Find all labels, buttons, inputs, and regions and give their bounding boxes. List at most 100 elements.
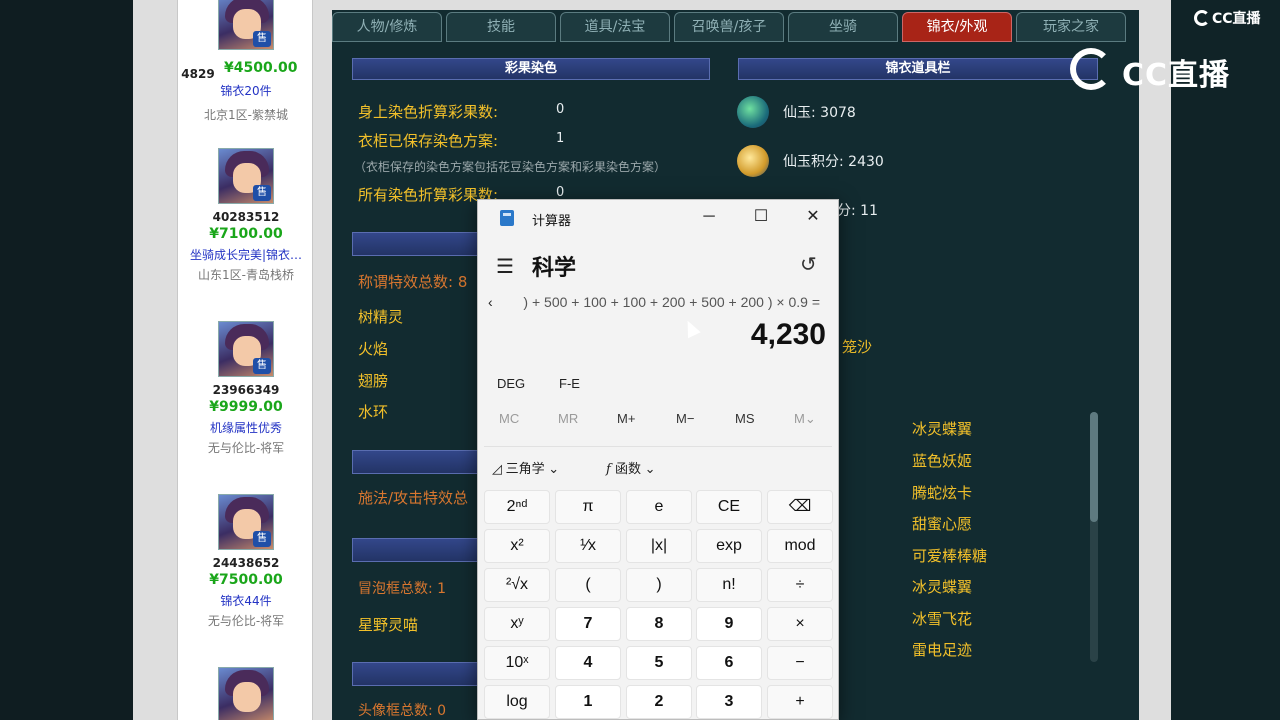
root-button[interactable]: ²√x bbox=[484, 568, 550, 602]
seller-desc[interactable]: 机缘属性优秀 bbox=[178, 419, 314, 439]
seller-card[interactable]: 售 4829 ¥4500.00 锦衣20件 北京1区-紫禁城 bbox=[178, 0, 314, 122]
seller-price: ¥7500.00 bbox=[209, 572, 283, 588]
wardrobe-item[interactable]: 甜蜜心愿 bbox=[912, 513, 972, 534]
sale-badge: 售 bbox=[253, 531, 271, 547]
multiply-button[interactable]: × bbox=[767, 607, 833, 641]
tab-skills[interactable]: 技能 bbox=[446, 12, 556, 42]
function-dropdown[interactable]: f 函数 ⌄ bbox=[606, 458, 655, 477]
wardrobe-item[interactable]: 冰雪飞花 bbox=[912, 608, 972, 629]
square-button[interactable]: x² bbox=[484, 529, 550, 563]
tab-mounts[interactable]: 坐骑 bbox=[788, 12, 898, 42]
mod-button[interactable]: mod bbox=[767, 529, 833, 563]
wardrobe-item[interactable]: 雷电足迹 bbox=[912, 639, 972, 660]
m-plus-button[interactable]: M+ bbox=[617, 411, 635, 426]
avatar[interactable]: 售 bbox=[218, 0, 274, 50]
tab-summons[interactable]: 召唤兽/孩子 bbox=[674, 12, 784, 42]
calculator-window: 计算器 ─ ☐ ✕ ☰ 科学 ↺ ‹ ) + 500 + 100 + 100 +… bbox=[477, 199, 839, 720]
power-button[interactable]: xʸ bbox=[484, 607, 550, 641]
seller-server: 山东1区-青岛栈桥 bbox=[198, 268, 294, 282]
wardrobe-item[interactable]: 冰灵蝶翼 bbox=[912, 576, 972, 597]
close-button[interactable]: ✕ bbox=[790, 200, 836, 234]
close-paren-button[interactable]: ) bbox=[626, 568, 692, 602]
digit-9-button[interactable]: 9 bbox=[696, 607, 762, 641]
right-dark-area bbox=[1171, 0, 1280, 720]
seller-sidebar: 售 4829 ¥4500.00 锦衣20件 北京1区-紫禁城 售 4028351… bbox=[177, 0, 313, 720]
wardrobe-item[interactable]: 蓝色妖姬 bbox=[912, 450, 972, 471]
tab-character[interactable]: 人物/修炼 bbox=[332, 12, 442, 42]
seller-card[interactable]: 售 23966349 ¥9999.00 机缘属性优秀 无与伦比-将军 bbox=[178, 321, 314, 459]
avatar[interactable]: 售 bbox=[218, 321, 274, 377]
exp-button[interactable]: exp bbox=[696, 529, 762, 563]
tab-items[interactable]: 道具/法宝 bbox=[560, 12, 670, 42]
seller-id: 40283512 bbox=[212, 210, 280, 224]
seller-id: 4829 bbox=[181, 67, 215, 81]
digit-6-button[interactable]: 6 bbox=[696, 646, 762, 680]
log-button[interactable]: log bbox=[484, 685, 550, 719]
chevron-down-icon: ⌄ bbox=[544, 461, 560, 476]
mr-button[interactable]: MR bbox=[558, 411, 578, 426]
tab-home[interactable]: 玩家之家 bbox=[1016, 12, 1126, 42]
cast-count: 施法/攻击特效总 bbox=[358, 489, 469, 507]
e-button[interactable]: e bbox=[626, 490, 692, 524]
factorial-button[interactable]: n! bbox=[696, 568, 762, 602]
avatar[interactable]: 售 bbox=[218, 148, 274, 204]
wardrobe-item[interactable]: 腾蛇炫卡 bbox=[912, 482, 972, 503]
digit-3-button[interactable]: 3 bbox=[696, 685, 762, 719]
reciprocal-button[interactable]: ¹⁄x bbox=[555, 529, 621, 563]
window-title: 计算器 bbox=[532, 213, 572, 228]
bubble-count: 冒泡框总数: 1 bbox=[358, 581, 447, 597]
expression-display: ) + 500 + 100 + 100 + 200 + 500 + 200 ) … bbox=[523, 294, 820, 310]
minimize-button[interactable]: ─ bbox=[686, 200, 732, 234]
trig-dropdown[interactable]: ◿ 三角学 ⌄ bbox=[492, 458, 559, 477]
seller-desc[interactable]: 锦衣20件 bbox=[178, 82, 314, 102]
wardrobe-item[interactable]: 冰灵蝶翼 bbox=[912, 418, 972, 439]
open-paren-button[interactable]: ( bbox=[555, 568, 621, 602]
plus-button[interactable]: + bbox=[767, 685, 833, 719]
left-dark-area bbox=[0, 0, 133, 720]
wardrobe-row: 仙玉积分: 2430 bbox=[783, 154, 884, 170]
wardrobe-item[interactable]: 可爱棒棒糖 bbox=[912, 545, 987, 566]
wardrobe-extra: 笼沙 bbox=[842, 338, 873, 356]
digit-1-button[interactable]: 1 bbox=[555, 685, 621, 719]
seller-card[interactable]: 售 40283512 ¥7100.00 坐骑成长完美|锦衣… 山东1区-青岛栈桥 bbox=[178, 148, 314, 286]
second-button[interactable]: 2ⁿᵈ bbox=[484, 490, 550, 524]
maximize-button[interactable]: ☐ bbox=[738, 200, 784, 234]
dye-value: 1 bbox=[556, 131, 565, 146]
calculator-titlebar[interactable]: 计算器 ─ ☐ ✕ bbox=[478, 200, 838, 234]
fe-button[interactable]: F-E bbox=[559, 376, 580, 391]
function-icon: f bbox=[606, 462, 615, 477]
seller-desc[interactable]: 锦衣44件 bbox=[178, 592, 314, 612]
ms-button[interactable]: MS bbox=[735, 411, 755, 426]
backspace-button[interactable]: ⌫ bbox=[767, 490, 833, 524]
digit-4-button[interactable]: 4 bbox=[555, 646, 621, 680]
sale-badge: 售 bbox=[253, 31, 271, 47]
seller-price: ¥4500.00 bbox=[224, 60, 298, 76]
minus-button[interactable]: − bbox=[767, 646, 833, 680]
avatar[interactable] bbox=[218, 667, 274, 720]
menu-icon[interactable]: ☰ bbox=[496, 254, 514, 279]
scrollbar-thumb[interactable] bbox=[1090, 412, 1098, 522]
tab-outfits[interactable]: 锦衣/外观 bbox=[902, 12, 1012, 42]
seller-server: 无与伦比-将军 bbox=[207, 614, 285, 628]
angle-unit-button[interactable]: DEG bbox=[497, 376, 525, 391]
mc-button[interactable]: MC bbox=[499, 411, 519, 426]
digit-8-button[interactable]: 8 bbox=[626, 607, 692, 641]
memory-list-button[interactable]: M⌄ bbox=[794, 411, 816, 427]
m-minus-button[interactable]: M− bbox=[676, 411, 694, 426]
digit-7-button[interactable]: 7 bbox=[555, 607, 621, 641]
ce-button[interactable]: CE bbox=[696, 490, 762, 524]
wardrobe-scrollbar[interactable] bbox=[1090, 412, 1098, 662]
avatar[interactable]: 售 bbox=[218, 494, 274, 550]
seller-desc[interactable]: 坐骑成长完美|锦衣… bbox=[178, 246, 314, 266]
digit-5-button[interactable]: 5 bbox=[626, 646, 692, 680]
ten-power-button[interactable]: 10ˣ bbox=[484, 646, 550, 680]
dye-note: （衣柜保存的染色方案包括花豆染色方案和彩果染色方案） bbox=[354, 160, 667, 174]
seller-card[interactable]: 售 24438652 ¥7500.00 锦衣44件 无与伦比-将军 bbox=[178, 494, 314, 632]
divide-button[interactable]: ÷ bbox=[767, 568, 833, 602]
seller-id: 24438652 bbox=[212, 556, 280, 570]
abs-button[interactable]: |x| bbox=[626, 529, 692, 563]
pi-button[interactable]: π bbox=[555, 490, 621, 524]
history-icon[interactable]: ↺ bbox=[800, 252, 817, 277]
seller-card[interactable] bbox=[178, 667, 314, 720]
digit-2-button[interactable]: 2 bbox=[626, 685, 692, 719]
